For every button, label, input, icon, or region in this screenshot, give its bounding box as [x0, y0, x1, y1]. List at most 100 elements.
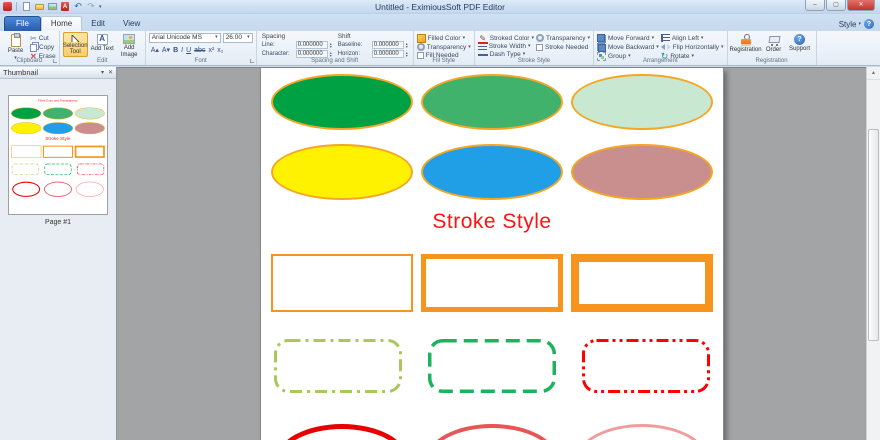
- tab-home[interactable]: Home: [41, 16, 82, 31]
- stroke-width-button[interactable]: Stroke Width ▾: [478, 43, 534, 50]
- undo-icon[interactable]: ↶: [73, 2, 83, 12]
- scroll-up-icon[interactable]: ▲: [867, 67, 880, 80]
- document-red-ellipse-1[interactable]: [426, 424, 558, 440]
- filled-color-button[interactable]: Filled Color ▾: [417, 34, 471, 42]
- flip-horizontally-button[interactable]: Flip Horizontally ▾: [661, 43, 724, 51]
- selection-tool-button[interactable]: Selection Tool: [63, 32, 88, 57]
- registration-button[interactable]: Registration: [731, 32, 761, 57]
- minimize-button[interactable]: –: [805, 0, 825, 11]
- move-backward-button[interactable]: Move Backward ▾: [597, 43, 659, 51]
- document-red-ellipse-1[interactable]: [44, 182, 72, 197]
- new-document-icon[interactable]: [21, 2, 31, 12]
- move-forward-button[interactable]: Move Forward ▾: [597, 34, 659, 42]
- move-forward-icon: [597, 34, 606, 43]
- document-ellipse-0[interactable]: [271, 74, 413, 130]
- document-stroke-rect-2[interactable]: [571, 254, 713, 312]
- shrink-font-button[interactable]: A▾: [162, 47, 170, 54]
- stroke-section-title[interactable]: Stroke Style: [9, 136, 107, 141]
- document-stroke-rect-0[interactable]: [271, 254, 413, 312]
- fill-transparency-button[interactable]: Transparency ▾: [417, 43, 471, 51]
- document-ellipse-1[interactable]: [43, 107, 73, 119]
- document-dashed-rect-0[interactable]: [12, 163, 40, 175]
- document-dashed-rect-0[interactable]: [273, 338, 403, 394]
- fill-section-title[interactable]: Filled Color and Transparency: [9, 99, 107, 102]
- cut-button[interactable]: ✂ Cut: [30, 34, 56, 42]
- font-size-combo[interactable]: 26.00 ▾: [223, 33, 253, 43]
- pdf-page[interactable]: Filled Color and Transparency Stroke Sty…: [260, 68, 724, 440]
- document-red-ellipse-2[interactable]: [576, 424, 708, 440]
- line-spacing-label: Line:: [262, 42, 294, 48]
- document-ellipse-1[interactable]: [421, 74, 563, 130]
- document-red-ellipse-0[interactable]: [276, 424, 408, 440]
- stroke-needed-checkbox-row[interactable]: Stroke Needed: [536, 43, 590, 51]
- grow-font-button[interactable]: A▴: [151, 47, 159, 54]
- dialog-launcher-icon[interactable]: [250, 59, 254, 63]
- underline-button[interactable]: U: [186, 47, 191, 54]
- qat-customize-icon[interactable]: ▾: [99, 4, 102, 10]
- order-label: Order: [766, 47, 781, 53]
- document-dashed-rect-2[interactable]: [581, 338, 711, 394]
- vertical-scrollbar[interactable]: ▲: [866, 67, 880, 440]
- font-family-combo[interactable]: Arial Unicode MS ▾: [149, 33, 221, 43]
- maximize-button[interactable]: ▢: [826, 0, 846, 11]
- strikethrough-button[interactable]: abc: [194, 47, 205, 54]
- dialog-launcher-icon[interactable]: [53, 59, 57, 63]
- document-ellipse-5[interactable]: [75, 122, 105, 134]
- document-stroke-rect-2[interactable]: [75, 146, 105, 158]
- tab-edit[interactable]: Edit: [82, 17, 114, 31]
- document-dashed-rect-1[interactable]: [427, 338, 557, 394]
- copy-button[interactable]: Copy: [30, 43, 56, 51]
- align-left-button[interactable]: Align Left ▾: [661, 34, 724, 42]
- chevron-down-icon: ▾: [588, 36, 591, 41]
- support-button[interactable]: ? Support: [787, 32, 813, 57]
- document-dashed-rect-2[interactable]: [77, 163, 105, 175]
- export-pdf-icon[interactable]: A: [60, 2, 70, 12]
- add-text-button[interactable]: A Add Text: [90, 32, 115, 57]
- document-red-ellipse-2[interactable]: [76, 182, 104, 197]
- open-file-icon[interactable]: [34, 2, 44, 12]
- superscript-button[interactable]: x²: [208, 47, 214, 54]
- stroked-color-label: Stroked Color: [490, 35, 530, 42]
- baseline-shift-input[interactable]: 0.000000: [372, 41, 404, 49]
- document-stroke-rect-1[interactable]: [43, 146, 73, 158]
- document-dashed-rect-1[interactable]: [44, 163, 72, 175]
- document-ellipse-2[interactable]: [75, 107, 105, 119]
- stroke-needed-checkbox[interactable]: [536, 44, 543, 51]
- paste-button[interactable]: Paste ▾: [3, 32, 28, 57]
- close-button[interactable]: ✕: [847, 0, 875, 11]
- document-stroke-rect-1[interactable]: [421, 254, 563, 312]
- document-red-ellipse-0[interactable]: [12, 182, 40, 197]
- tab-view[interactable]: View: [114, 17, 149, 31]
- save-file-icon[interactable]: [47, 2, 57, 12]
- bold-button[interactable]: B: [173, 47, 178, 54]
- spinner-arrows[interactable]: ▴▾: [330, 42, 332, 48]
- panel-menu-icon[interactable]: ▾: [101, 70, 104, 76]
- stroke-transparency-button[interactable]: Transparency ▾: [536, 34, 590, 42]
- document-stroke-rect-0[interactable]: [11, 146, 41, 158]
- page-thumbnail[interactable]: Filled Color and Transparency Stroke Sty…: [8, 95, 108, 215]
- document-ellipse-4[interactable]: [421, 144, 563, 200]
- panel-close-icon[interactable]: ✕: [108, 70, 113, 76]
- document-ellipse-2[interactable]: [571, 74, 713, 130]
- document-canvas[interactable]: Filled Color and Transparency Stroke Sty…: [117, 67, 866, 440]
- order-button[interactable]: Order: [763, 32, 785, 57]
- stroked-color-button[interactable]: ✎ Stroked Color ▾: [478, 34, 534, 42]
- help-icon[interactable]: ?: [864, 19, 874, 29]
- document-ellipse-4[interactable]: [43, 122, 73, 134]
- document-ellipse-0[interactable]: [11, 107, 41, 119]
- document-ellipse-3[interactable]: [11, 122, 41, 134]
- tab-file[interactable]: File: [4, 16, 41, 31]
- italic-button[interactable]: I: [181, 47, 183, 54]
- stroke-section-title[interactable]: Stroke Style: [261, 210, 723, 234]
- group-label-arrangement: Arrangement: [594, 57, 727, 65]
- spinner-arrows[interactable]: ▴▾: [406, 42, 408, 48]
- scrollbar-thumb[interactable]: [868, 129, 879, 341]
- app-logo-icon[interactable]: [3, 2, 12, 11]
- document-ellipse-5[interactable]: [571, 144, 713, 200]
- line-spacing-input[interactable]: 0.000000: [296, 41, 328, 49]
- redo-icon[interactable]: ↶: [86, 2, 96, 12]
- style-menu[interactable]: Style ▾: [839, 20, 861, 29]
- add-image-button[interactable]: Add Image: [117, 32, 142, 57]
- subscript-button[interactable]: x₂: [217, 47, 223, 54]
- document-ellipse-3[interactable]: [271, 144, 413, 200]
